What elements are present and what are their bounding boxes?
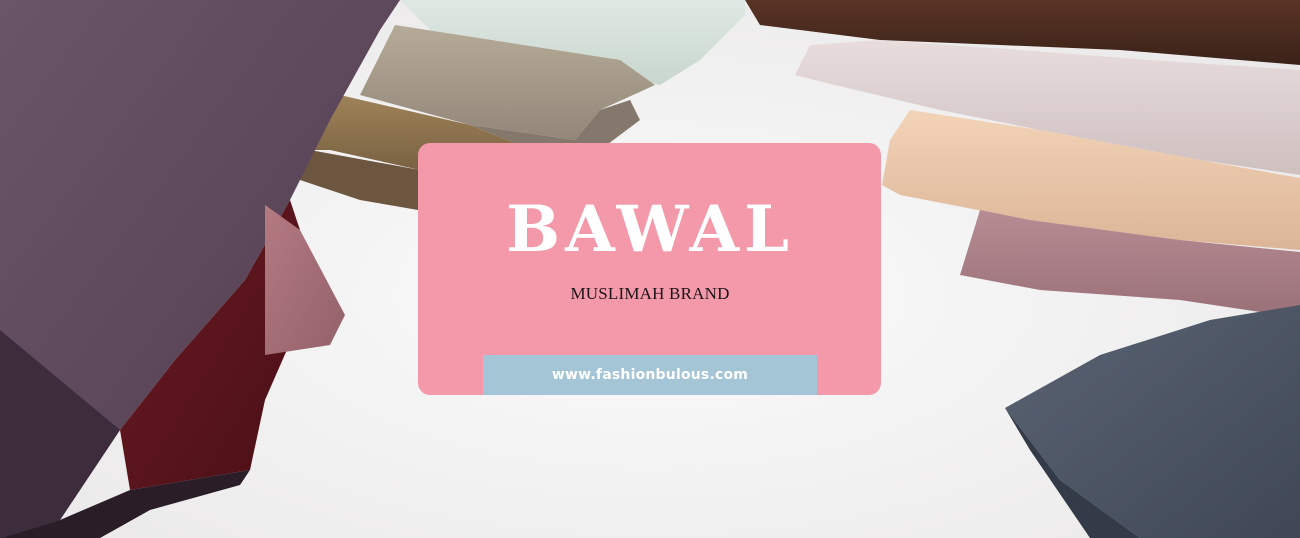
website-link[interactable]: www.fashionbulous.com	[483, 355, 817, 395]
brand-title: BAWAL	[506, 192, 794, 267]
banner: BAWAL MUSLIMAH BRAND www.fashionbulous.c…	[0, 0, 1300, 538]
brand-subtitle: MUSLIMAH BRAND	[570, 284, 730, 303]
website-url: www.fashionbulous.com	[551, 367, 749, 383]
